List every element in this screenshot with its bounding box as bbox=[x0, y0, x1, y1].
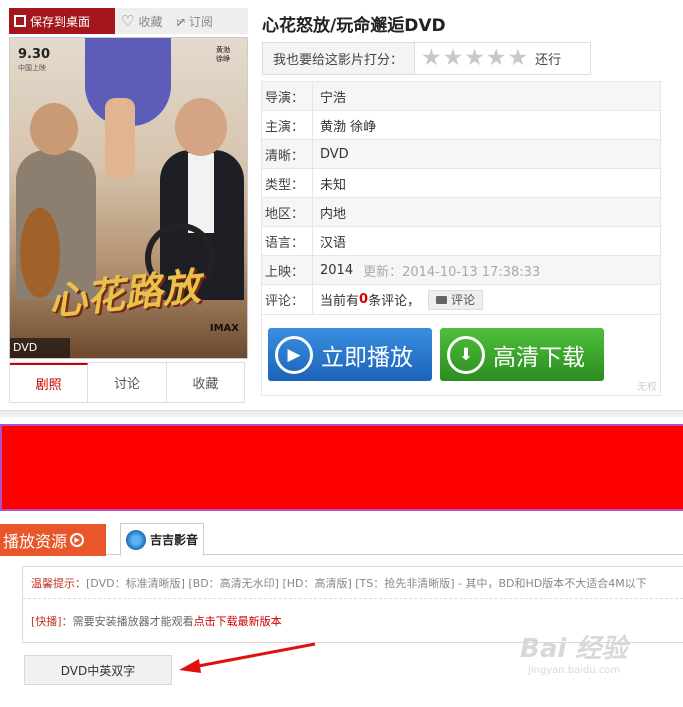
tab-jijiyingyin-label: 吉吉影音 bbox=[150, 533, 199, 547]
play-resources-label: 播放资源 ▶ bbox=[0, 524, 106, 556]
info-row-release: 上映： 2014 更新：2014-10-13 17:38:33 bbox=[262, 256, 660, 285]
tab-jijiyingyin[interactable]: 吉吉影音 bbox=[120, 523, 204, 556]
heart-icon: ♡ bbox=[121, 12, 135, 30]
info-key: 语言： bbox=[262, 227, 313, 255]
save-to-desktop-label: 保存到桌面 bbox=[30, 14, 91, 29]
watermark-logo: Bai 经验 bbox=[520, 634, 628, 664]
movie-poster[interactable]: 9.30 中国上映 黄渤 徐峥 心花路放 IMAX DVD bbox=[9, 37, 248, 359]
info-value-director: 宁浩 bbox=[320, 90, 347, 106]
info-value-cast: 黄渤 徐峥 bbox=[320, 119, 377, 135]
tab-discussion[interactable]: 讨论 bbox=[88, 363, 167, 402]
info-key: 评论： bbox=[262, 285, 313, 314]
poster-imax-logo: IMAX bbox=[209, 323, 239, 334]
episode-dvd-button[interactable]: DVD中英双字 bbox=[24, 655, 172, 685]
comment-button-label: 评论 bbox=[451, 293, 476, 307]
save-to-desktop-button[interactable]: 保存到桌面 bbox=[9, 8, 115, 34]
kuaibo-download-link[interactable]: 点击下载最新版本 bbox=[194, 613, 282, 629]
subscribe-button[interactable]: ⦬ 订阅 bbox=[162, 8, 212, 34]
release-year: 2014 bbox=[320, 262, 354, 278]
rating-label: 我也要给这影片打分： bbox=[263, 43, 415, 74]
rss-icon: ⦬ bbox=[176, 12, 185, 30]
info-value-language: 汉语 bbox=[320, 235, 347, 251]
watermark-url: jingyan.baidu.com bbox=[528, 665, 621, 676]
play-icon: ▶ bbox=[275, 335, 313, 374]
no-permission-text: 无权 bbox=[637, 382, 657, 393]
section-divider bbox=[0, 410, 683, 417]
info-row-language: 语言： 汉语 bbox=[262, 227, 660, 256]
tab-favorite[interactable]: 收藏 bbox=[167, 363, 244, 402]
kuaibo-text: 需要安装播放器才能观看 bbox=[72, 614, 194, 628]
info-row-comment: 评论： 当前有 0 条评论， 评论 bbox=[262, 285, 660, 314]
info-value-quality: DVD bbox=[320, 146, 349, 162]
comment-suffix: 条评论， bbox=[368, 294, 421, 309]
movie-info-table: 导演： 宁浩 主演： 黄渤 徐峥 清晰： DVD 类型： 未知 地区： 内地 语… bbox=[261, 81, 661, 315]
hd-download-button[interactable]: ⬇ 高清下载 bbox=[440, 328, 604, 381]
comment-prefix: 当前有 bbox=[320, 294, 360, 309]
comment-button[interactable]: 评论 bbox=[428, 289, 484, 310]
comment-icon bbox=[436, 295, 448, 304]
poster-figure-shirt bbox=[188, 153, 214, 233]
poster-credits: 黄渤 徐峥 bbox=[216, 46, 230, 63]
star-icon[interactable]: ★ bbox=[486, 47, 507, 70]
info-row-director: 导演： 宁浩 bbox=[262, 82, 660, 111]
play-resources-title: 播放资源 bbox=[3, 532, 68, 551]
info-value-type: 未知 bbox=[320, 177, 347, 193]
annotation-arrow-icon bbox=[179, 642, 316, 673]
poster-figure-legs bbox=[105, 98, 135, 178]
star-icon[interactable]: ★ bbox=[421, 47, 442, 70]
baidu-watermark: Bai 经验 jingyan.baidu.com bbox=[520, 628, 680, 698]
info-row-quality: 清晰： DVD bbox=[262, 140, 660, 169]
info-key: 主演： bbox=[262, 111, 313, 139]
comment-count: 0 bbox=[359, 292, 369, 307]
play-circle-icon: ▶ bbox=[70, 533, 85, 547]
download-icon: ⬇ bbox=[447, 335, 485, 374]
poster-subtitle: 中国上映 bbox=[18, 64, 46, 72]
poster-tabs: 剧照 讨论 收藏 bbox=[9, 362, 245, 403]
updated-time: 更新：2014-10-13 17:38:33 bbox=[363, 264, 541, 280]
info-row-region: 地区： 内地 bbox=[262, 198, 660, 227]
star-icon[interactable]: ★ bbox=[443, 47, 464, 70]
external-link-icon bbox=[14, 15, 26, 27]
favorite-label: 收藏 bbox=[138, 14, 163, 29]
tip-text: [DVD：标准清晰版] [BD：高清无水印] [HD：高清版] [TS：抢先非清… bbox=[86, 576, 647, 590]
tip-label: 温馨提示： bbox=[31, 576, 86, 590]
movie-title: 心花怒放/玩命邂逅DVD bbox=[262, 16, 446, 36]
info-key: 导演： bbox=[262, 82, 313, 110]
star-icon[interactable]: ★ bbox=[508, 47, 529, 70]
star-icon[interactable]: ★ bbox=[464, 47, 485, 70]
poster-figure-left-head bbox=[30, 103, 78, 155]
info-row-type: 类型： 未知 bbox=[262, 169, 660, 198]
hd-download-label: 高清下载 bbox=[493, 344, 585, 371]
info-value-region: 内地 bbox=[320, 206, 347, 222]
play-now-button[interactable]: ▶ 立即播放 bbox=[268, 328, 432, 381]
poster-date: 9.30 bbox=[18, 47, 51, 62]
jijiyingyin-logo-icon bbox=[126, 529, 146, 550]
play-now-label: 立即播放 bbox=[321, 344, 413, 371]
rating-text: 还行 bbox=[535, 53, 562, 68]
favorite-button[interactable]: ♡ 收藏 bbox=[115, 8, 162, 34]
top-toolbar: 保存到桌面 ♡ 收藏 ⦬ 订阅 bbox=[9, 8, 248, 34]
info-value-comment: 当前有 0 条评论， 评论 bbox=[313, 285, 484, 314]
kuaibo-label: [快播]： bbox=[31, 614, 73, 628]
rating-bar: 我也要给这影片打分： ★ ★ ★ ★ ★ 还行 bbox=[262, 42, 591, 75]
tip-line: 温馨提示： [DVD：标准清晰版] [BD：高清无水印] [HD：高清版] [T… bbox=[23, 567, 683, 599]
poster-quality-tag: DVD bbox=[10, 338, 70, 358]
subscribe-label: 订阅 bbox=[188, 14, 213, 29]
tab-stills[interactable]: 剧照 bbox=[10, 363, 89, 402]
info-key: 地区： bbox=[262, 198, 313, 226]
action-box: ▶ 立即播放 ⬇ 高清下载 无权 bbox=[261, 312, 661, 396]
info-row-cast: 主演： 黄渤 徐峥 bbox=[262, 111, 660, 140]
play-resources-bar: 播放资源 ▶ 吉吉影音 bbox=[0, 519, 683, 556]
poster-figure-right-head bbox=[175, 98, 227, 156]
info-key: 清晰： bbox=[262, 140, 313, 168]
info-value-release: 2014 更新：2014-10-13 17:38:33 bbox=[313, 256, 540, 284]
info-key: 上映： bbox=[262, 256, 313, 284]
info-key: 类型： bbox=[262, 169, 313, 197]
ad-banner[interactable] bbox=[0, 424, 683, 511]
rating-stars: ★ ★ ★ ★ ★ bbox=[421, 47, 529, 70]
